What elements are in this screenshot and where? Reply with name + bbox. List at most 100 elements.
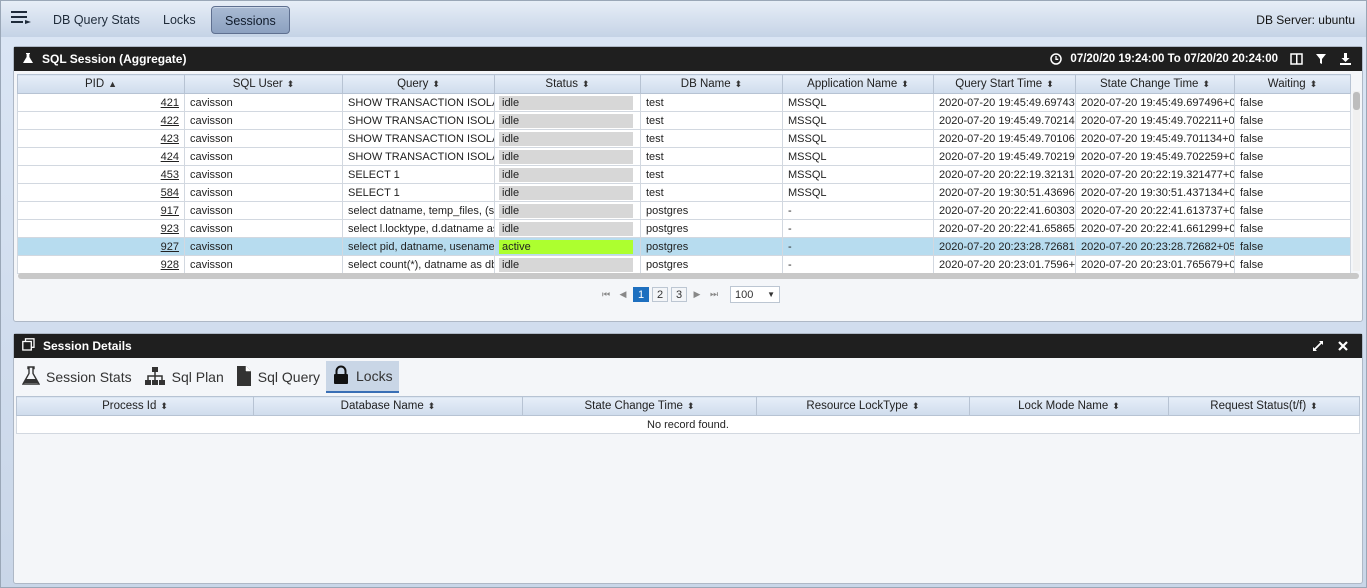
pid-link[interactable]: 917 xyxy=(161,205,179,217)
pid-link[interactable]: 923 xyxy=(161,223,179,235)
pid-link[interactable]: 927 xyxy=(161,241,179,253)
tab-sessions[interactable]: Sessions xyxy=(211,6,290,34)
clock-icon[interactable] xyxy=(1050,53,1063,65)
col-db-name[interactable]: DB Name ⬍ xyxy=(640,74,783,94)
cell-query-start: 2020-07-20 19:30:51.436968+05 xyxy=(933,183,1076,202)
cell-query-start: 2020-07-20 20:22:41.603036+05 xyxy=(933,201,1076,220)
cell-user: cavisson xyxy=(184,129,343,148)
sort-icon: ⬍ xyxy=(1202,79,1210,89)
table-row[interactable]: 917 cavisson select datname, temp_files,… xyxy=(17,201,1351,220)
vertical-scrollbar[interactable] xyxy=(1353,91,1360,271)
cell-db-name: test xyxy=(640,93,783,112)
db-server-label: DB Server: ubuntu xyxy=(1256,13,1355,27)
tab-locks-detail[interactable]: Locks xyxy=(326,361,399,393)
col-application-name[interactable]: Application Name ⬍ xyxy=(782,74,934,94)
cell-db-name: postgres xyxy=(640,237,783,256)
first-page-icon[interactable]: ⏮ xyxy=(599,289,613,300)
col-sql-user[interactable]: SQL User ⬍ xyxy=(184,74,343,94)
empty-row: No record found. xyxy=(16,415,1360,434)
cell-user: cavisson xyxy=(184,237,343,256)
cell-app-name: MSSQL xyxy=(782,165,934,184)
pid-link[interactable]: 422 xyxy=(161,115,179,127)
cell-query: SHOW TRANSACTION ISOLATION LEVEL xyxy=(342,129,495,148)
col-resource-locktype[interactable]: Resource LockType ⬍ xyxy=(756,396,970,416)
filter-icon[interactable] xyxy=(1315,53,1327,65)
col-lock-mode-name[interactable]: Lock Mode Name ⬍ xyxy=(969,396,1169,416)
cell-user: cavisson xyxy=(184,111,343,130)
cell-query: SHOW TRANSACTION ISOLATION LEVEL xyxy=(342,93,495,112)
last-page-icon[interactable]: ⏭ xyxy=(707,289,721,300)
tab-session-stats[interactable]: Session Stats xyxy=(16,361,138,393)
sort-icon: ⬍ xyxy=(901,79,909,89)
locks-table-header: Process Id ⬍ Database Name ⬍ State Change … xyxy=(16,396,1360,416)
time-range-label[interactable]: 07/20/20 19:24:00 To 07/20/20 20:24:00 xyxy=(1070,53,1278,65)
table-row[interactable]: 584 cavisson SELECT 1 idle test MSSQL 20… xyxy=(17,183,1351,202)
session-table: PID ▲ SQL User ⬍ Query ⬍ Status ⬍ DB Name ⬍ A… xyxy=(17,74,1351,274)
col-query[interactable]: Query ⬍ xyxy=(342,74,495,94)
col-state-change-time[interactable]: State Change Time ⬍ xyxy=(1075,74,1235,94)
cell-db-name: test xyxy=(640,183,783,202)
cell-query-start: 2020-07-20 19:45:49.702147+05 xyxy=(933,111,1076,130)
cell-waiting: false xyxy=(1234,111,1351,130)
cell-waiting: false xyxy=(1234,183,1351,202)
tab-sql-query[interactable]: Sql Query xyxy=(230,361,326,393)
page-size-select[interactable]: 100 ▼ xyxy=(730,286,780,303)
page-1-button[interactable]: 1 xyxy=(633,287,649,302)
col-status[interactable]: Status ⬍ xyxy=(494,74,641,94)
tab-locks[interactable]: Locks xyxy=(163,6,196,34)
locks-table: Process Id ⬍ Database Name ⬍ State Change … xyxy=(16,396,1360,434)
table-row[interactable]: 423 cavisson SHOW TRANSACTION ISOLATION … xyxy=(17,129,1351,148)
pid-link[interactable]: 928 xyxy=(161,259,179,271)
col-waiting[interactable]: Waiting ⬍ xyxy=(1234,74,1351,94)
cell-db-name: postgres xyxy=(640,219,783,238)
table-row[interactable]: 928 cavisson select count(*), datname as… xyxy=(17,255,1351,274)
sort-icon: ⬍ xyxy=(286,79,295,89)
page-3-button[interactable]: 3 xyxy=(671,287,687,302)
table-row-selected[interactable]: 927 cavisson select pid, datname, usenam… xyxy=(17,237,1351,256)
close-icon[interactable] xyxy=(1338,341,1348,351)
col-pid[interactable]: PID ▲ xyxy=(17,74,185,94)
table-row[interactable]: 453 cavisson SELECT 1 idle test MSSQL 20… xyxy=(17,165,1351,184)
cell-user: cavisson xyxy=(184,255,343,274)
status-badge: idle xyxy=(499,221,633,236)
table-row[interactable]: 421 cavisson SHOW TRANSACTION ISOLATION … xyxy=(17,93,1351,112)
pid-link[interactable]: 584 xyxy=(161,187,179,199)
page-2-button[interactable]: 2 xyxy=(652,287,668,302)
prev-page-icon[interactable]: ◀ xyxy=(616,289,630,300)
pid-link[interactable]: 424 xyxy=(161,151,179,163)
tab-sql-plan[interactable]: Sql Plan xyxy=(138,361,230,393)
col-process-id[interactable]: Process Id ⬍ xyxy=(16,396,254,416)
download-icon[interactable] xyxy=(1339,53,1352,65)
sql-session-panel: SQL Session (Aggregate) 07/20/20 19:24:0… xyxy=(13,46,1363,322)
col-request-status[interactable]: Request Status(t/f) ⬍ xyxy=(1168,396,1360,416)
sort-icon: ⬍ xyxy=(432,79,440,89)
col-database-name[interactable]: Database Name ⬍ xyxy=(253,396,523,416)
table-row[interactable]: 424 cavisson SHOW TRANSACTION ISOLATION … xyxy=(17,147,1351,166)
pid-link[interactable]: 423 xyxy=(161,133,179,145)
cell-app-name: MSSQL xyxy=(782,147,934,166)
col-state-change-time[interactable]: State Change Time ⬍ xyxy=(522,396,757,416)
pid-link[interactable]: 453 xyxy=(161,169,179,181)
status-badge: idle xyxy=(499,149,633,164)
pid-link[interactable]: 421 xyxy=(161,97,179,109)
status-badge: idle xyxy=(499,167,633,182)
cell-state-change: 2020-07-20 20:22:41.661299+05 xyxy=(1075,219,1235,238)
col-query-start-time[interactable]: Query Start Time ⬍ xyxy=(933,74,1076,94)
cell-query: select pid, datname, usename xyxy=(342,237,495,256)
expand-icon[interactable] xyxy=(1312,340,1324,352)
tab-label: Locks xyxy=(356,368,393,384)
menu-icon[interactable] xyxy=(10,9,32,25)
cell-state-change: 2020-07-20 20:23:28.72682+05 xyxy=(1075,237,1235,256)
tab-db-query-stats[interactable]: DB Query Stats xyxy=(53,6,140,34)
vertical-scrollbar-thumb[interactable] xyxy=(1353,92,1360,110)
next-page-icon[interactable]: ▶ xyxy=(690,289,704,300)
horizontal-scrollbar[interactable] xyxy=(18,273,1359,279)
table-row[interactable]: 422 cavisson SHOW TRANSACTION ISOLATION … xyxy=(17,111,1351,130)
columns-icon[interactable] xyxy=(1290,53,1303,65)
cell-user: cavisson xyxy=(184,183,343,202)
cell-db-name: postgres xyxy=(640,201,783,220)
sort-icon: ⬍ xyxy=(582,79,590,89)
table-row[interactable]: 923 cavisson select l.locktype, d.datnam… xyxy=(17,219,1351,238)
cell-waiting: false xyxy=(1234,129,1351,148)
chevron-down-icon: ▼ xyxy=(767,290,775,299)
